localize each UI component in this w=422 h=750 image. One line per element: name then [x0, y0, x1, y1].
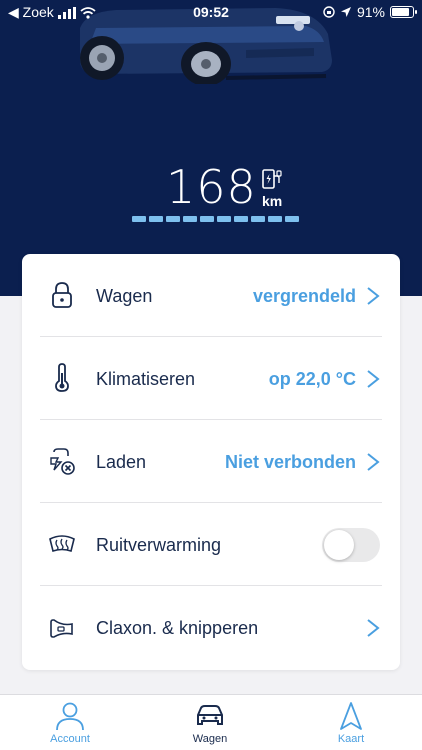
- range-bar: [132, 216, 299, 222]
- range-segment: [234, 216, 248, 222]
- row-label: Ruitverwarming: [96, 535, 222, 555]
- chevron-right-icon: [367, 619, 380, 637]
- lock-icon: [52, 282, 72, 308]
- tab-bar: Account Wagen Kaart: [0, 694, 422, 750]
- row-wagen[interactable]: Wagen vergrendeld: [22, 254, 400, 337]
- range-segment: [268, 216, 282, 222]
- chevron-right-icon: [367, 453, 380, 471]
- range-segment: [285, 216, 299, 222]
- window-heating-icon: [49, 535, 75, 553]
- tab-kaart[interactable]: Kaart: [301, 701, 401, 750]
- row-claxon-knipperen[interactable]: Claxon. & knipperen: [22, 586, 400, 669]
- tab-account[interactable]: Account: [20, 701, 120, 750]
- row-value: vergrendeld: [252, 286, 356, 306]
- row-klimatiseren[interactable]: Klimatiseren op 22,0 °C: [22, 337, 400, 420]
- battery-percent: 91%: [356, 4, 385, 20]
- toggle-knob: [324, 530, 354, 560]
- battery-icon: [390, 6, 417, 18]
- row-laden[interactable]: Laden Niet verbonden: [22, 420, 400, 503]
- range-segment: [217, 216, 231, 222]
- range-segment: [251, 216, 265, 222]
- range-segment: [183, 216, 197, 222]
- navigation-arrow-icon: [340, 702, 362, 730]
- tab-wagen[interactable]: Wagen: [160, 701, 260, 750]
- row-label: Klimatiseren: [96, 369, 196, 389]
- horn-icon: [50, 619, 73, 638]
- chevron-right-icon: [367, 287, 380, 305]
- tab-label: Kaart: [337, 733, 365, 745]
- car-icon: [197, 705, 223, 725]
- charging-plug-icon: [50, 448, 75, 475]
- window-heating-toggle[interactable]: [322, 528, 380, 562]
- tab-label: Wagen: [192, 733, 228, 745]
- thermometer-icon: [55, 363, 69, 392]
- range-segment: [166, 216, 180, 222]
- range-unit: km: [262, 193, 283, 209]
- range-segment: [200, 216, 214, 222]
- rotation-lock-icon: [323, 6, 335, 18]
- row-value: op 22,0 °C: [268, 369, 356, 389]
- vehicle-hero: ◀ Zoek 09:52 91% 168 km: [0, 0, 422, 296]
- range-segment: [132, 216, 146, 222]
- range-segment: [149, 216, 163, 222]
- row-label: Wagen: [96, 286, 153, 306]
- location-arrow-icon: [340, 7, 351, 17]
- tab-label: Account: [50, 733, 90, 745]
- person-icon: [56, 702, 84, 731]
- chevron-right-icon: [367, 370, 380, 388]
- status-indicators: 91%: [323, 4, 417, 20]
- vehicle-controls-card: Wagen vergrendeld Klimatiseren op 22,0 °…: [22, 254, 400, 670]
- charging-station-icon: [262, 169, 282, 189]
- range-value: 168: [166, 160, 257, 214]
- status-bar: ◀ Zoek 09:52 91%: [0, 0, 422, 24]
- row-label: Laden: [96, 452, 147, 472]
- row-label: Claxon. & knipperen: [96, 618, 259, 638]
- row-value: Niet verbonden: [224, 452, 356, 472]
- range-display: 168 km: [0, 160, 422, 216]
